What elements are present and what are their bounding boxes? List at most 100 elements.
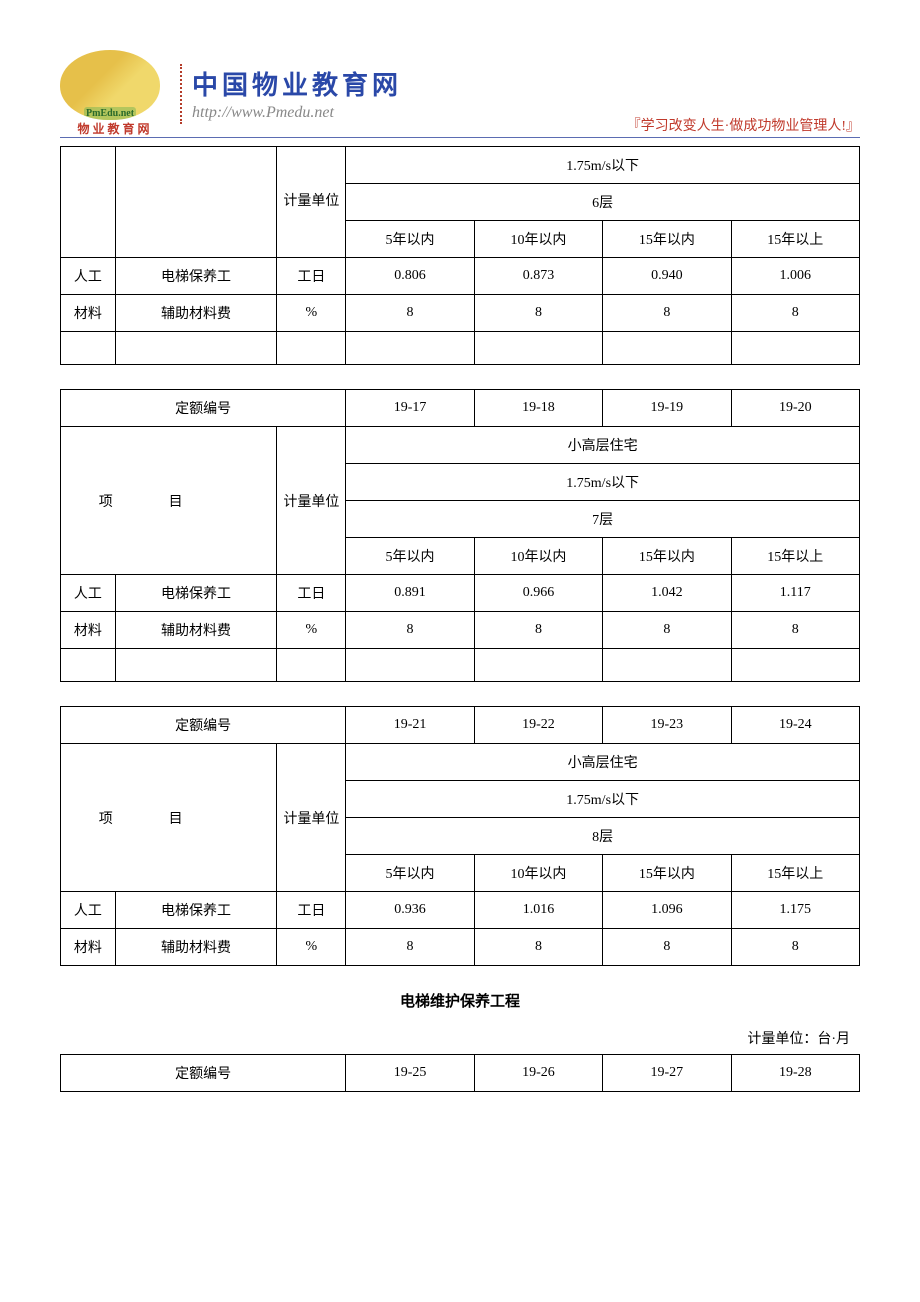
logo-bottom-text: 物业教育网 bbox=[77, 120, 152, 137]
table-row: 人工 电梯保养工 工日 0.891 0.966 1.042 1.117 bbox=[61, 575, 860, 612]
table-row: 材料 辅助材料费 % 8 8 8 8 bbox=[61, 295, 860, 332]
val: 0.891 bbox=[346, 575, 474, 612]
code: 19-26 bbox=[474, 1055, 602, 1092]
item-labor: 电梯保养工 bbox=[115, 258, 277, 295]
col-year-3: 15年以上 bbox=[731, 855, 859, 892]
page-header: PmEdu.net 物业教育网 中国物业教育网 http://www.Pmedu… bbox=[60, 50, 860, 138]
project-label: 项目 bbox=[61, 744, 277, 892]
unit-workday: 工日 bbox=[277, 892, 346, 929]
col-year-0: 5年以内 bbox=[346, 538, 474, 575]
val: 0.806 bbox=[346, 258, 474, 295]
table-row: 人工 电梯保养工 工日 0.806 0.873 0.940 1.006 bbox=[61, 258, 860, 295]
logo-block: PmEdu.net 物业教育网 中国物业教育网 http://www.Pmedu… bbox=[60, 50, 402, 137]
unit-label: 计量单位 bbox=[277, 427, 346, 575]
code: 19-17 bbox=[346, 390, 474, 427]
val: 0.873 bbox=[474, 258, 602, 295]
quota-table-3: 定额编号 19-21 19-22 19-23 19-24 项目 计量单位 小高层… bbox=[60, 706, 860, 966]
spec-speed: 1.75m/s以下 bbox=[346, 781, 860, 818]
val: 8 bbox=[346, 612, 474, 649]
cat-labor: 人工 bbox=[61, 575, 116, 612]
item-material: 辅助材料费 bbox=[115, 295, 277, 332]
code: 19-25 bbox=[346, 1055, 474, 1092]
col-year-0: 5年以内 bbox=[346, 221, 474, 258]
val: 8 bbox=[603, 295, 731, 332]
site-title: 中国物业教育网 bbox=[192, 65, 402, 102]
val: 8 bbox=[346, 295, 474, 332]
spec-speed: 1.75m/s以下 bbox=[346, 147, 860, 184]
spec-floor: 7层 bbox=[346, 501, 860, 538]
unit-percent: % bbox=[277, 612, 346, 649]
val: 8 bbox=[603, 612, 731, 649]
cat-material: 材料 bbox=[61, 295, 116, 332]
table-row: 材料 辅助材料费 % 8 8 8 8 bbox=[61, 612, 860, 649]
val: 1.175 bbox=[731, 892, 859, 929]
project-label: 项目 bbox=[61, 427, 277, 575]
spec-type: 小高层住宅 bbox=[346, 744, 860, 781]
spec-floor: 6层 bbox=[346, 184, 860, 221]
val: 8 bbox=[346, 929, 474, 966]
unit-percent: % bbox=[277, 295, 346, 332]
logo-text: PmEdu.net bbox=[84, 107, 136, 120]
col-year-1: 10年以内 bbox=[474, 221, 602, 258]
val: 1.096 bbox=[603, 892, 731, 929]
logo-icon: PmEdu.net 物业教育网 bbox=[60, 50, 170, 137]
code: 19-19 bbox=[603, 390, 731, 427]
code: 19-23 bbox=[603, 707, 731, 744]
item-material: 辅助材料费 bbox=[115, 929, 277, 966]
val: 1.117 bbox=[731, 575, 859, 612]
unit-label: 计量单位 bbox=[277, 744, 346, 892]
val: 8 bbox=[603, 929, 731, 966]
cat-material: 材料 bbox=[61, 612, 116, 649]
code: 19-18 bbox=[474, 390, 602, 427]
col-year-2: 15年以内 bbox=[603, 538, 731, 575]
val: 0.940 bbox=[603, 258, 731, 295]
site-url: http://www.Pmedu.net bbox=[192, 104, 402, 122]
quota-code-label: 定额编号 bbox=[61, 1055, 346, 1092]
val: 1.042 bbox=[603, 575, 731, 612]
quota-table-1: 计量单位 1.75m/s以下 6层 5年以内 10年以内 15年以内 15年以上… bbox=[60, 146, 860, 365]
unit-label: 计量单位 bbox=[277, 147, 346, 258]
col-year-1: 10年以内 bbox=[474, 538, 602, 575]
unit-note: 计量单位：台·月 bbox=[60, 1029, 860, 1050]
table-row-blank bbox=[61, 332, 860, 365]
unit-workday: 工日 bbox=[277, 575, 346, 612]
col-year-1: 10年以内 bbox=[474, 855, 602, 892]
cat-labor: 人工 bbox=[61, 892, 116, 929]
slogan: 『学习改变人生·做成功物业管理人!』 bbox=[627, 115, 860, 137]
code: 19-22 bbox=[474, 707, 602, 744]
quota-code-label: 定额编号 bbox=[61, 390, 346, 427]
code: 19-24 bbox=[731, 707, 859, 744]
val: 0.966 bbox=[474, 575, 602, 612]
val: 1.006 bbox=[731, 258, 859, 295]
divider bbox=[180, 64, 182, 124]
item-labor: 电梯保养工 bbox=[115, 892, 277, 929]
val: 8 bbox=[474, 295, 602, 332]
section-title: 电梯维护保养工程 bbox=[60, 990, 860, 1011]
item-labor: 电梯保养工 bbox=[115, 575, 277, 612]
table-row-blank bbox=[61, 649, 860, 682]
val: 8 bbox=[474, 612, 602, 649]
spec-floor: 8层 bbox=[346, 818, 860, 855]
unit-percent: % bbox=[277, 929, 346, 966]
quota-code-label: 定额编号 bbox=[61, 707, 346, 744]
val: 0.936 bbox=[346, 892, 474, 929]
quota-table-2: 定额编号 19-17 19-18 19-19 19-20 项目 计量单位 小高层… bbox=[60, 389, 860, 682]
val: 8 bbox=[731, 929, 859, 966]
val: 1.016 bbox=[474, 892, 602, 929]
code: 19-21 bbox=[346, 707, 474, 744]
unit-workday: 工日 bbox=[277, 258, 346, 295]
table-row: 材料 辅助材料费 % 8 8 8 8 bbox=[61, 929, 860, 966]
quota-table-4: 定额编号 19-25 19-26 19-27 19-28 bbox=[60, 1054, 860, 1092]
val: 8 bbox=[474, 929, 602, 966]
table-row: 人工 电梯保养工 工日 0.936 1.016 1.096 1.175 bbox=[61, 892, 860, 929]
code: 19-20 bbox=[731, 390, 859, 427]
col-year-2: 15年以内 bbox=[603, 221, 731, 258]
col-year-0: 5年以内 bbox=[346, 855, 474, 892]
code: 19-28 bbox=[731, 1055, 859, 1092]
cat-material: 材料 bbox=[61, 929, 116, 966]
spec-type: 小高层住宅 bbox=[346, 427, 860, 464]
val: 8 bbox=[731, 295, 859, 332]
spec-speed: 1.75m/s以下 bbox=[346, 464, 860, 501]
col-year-3: 15年以上 bbox=[731, 221, 859, 258]
val: 8 bbox=[731, 612, 859, 649]
